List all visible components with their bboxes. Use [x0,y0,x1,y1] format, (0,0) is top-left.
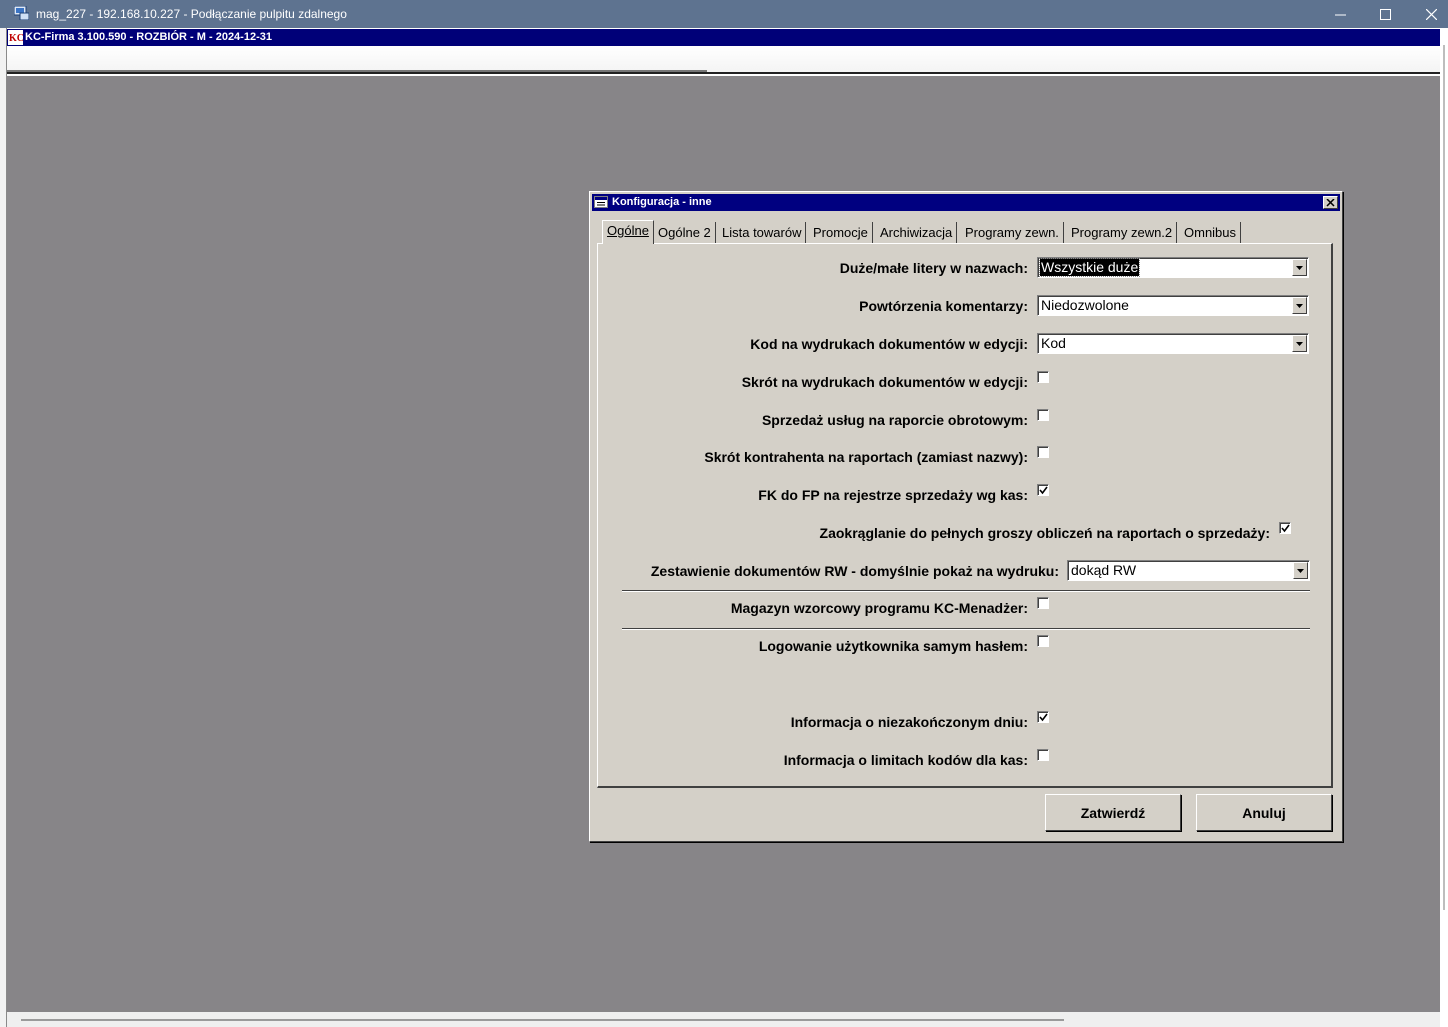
tab-omnibus[interactable]: Omnibus [1180,222,1242,243]
kc-app-title: KC-Firma 3.100.590 - ROZBIÓR - M - 2024-… [25,31,272,43]
tab-label: Lista towarów [722,225,802,240]
dialog-close-button[interactable] [1323,196,1338,209]
rw-summary-label: Zestawienie dokumentów RW - domyślnie po… [650,563,1059,579]
checkmark-icon [1039,713,1048,722]
tab-archiwizacja[interactable]: Archiwizacja [876,222,958,243]
rdp-titlebar: mag_227 - 192.168.10.227 - Podłączanie p… [0,0,1448,28]
tab-panel-ogolne: Duże/małe litery w nazwach: Wszystkie du… [597,243,1333,788]
close-button[interactable] [1408,0,1448,28]
kc-toolbar [7,46,1440,74]
code-limits-checkbox[interactable] [1037,749,1049,761]
close-icon [1326,198,1335,207]
confirm-button-label: Zatwierdź [1080,804,1146,821]
rdp-window-title: mag_227 - 192.168.10.227 - Podłączanie p… [36,7,347,21]
case-in-names-label: Duże/małe litery w nazwach: [839,260,1028,276]
unfinished-day-checkbox[interactable] [1037,711,1049,723]
select-value: Wszystkie duże [1038,258,1141,277]
window-icon [594,196,608,208]
fk-to-fp-label: FK do FP na rejestrze sprzedaży wg kas: [758,487,1028,503]
comment-repeats-label: Powtórzenia komentarzy: [859,298,1028,314]
code-limits-label: Informacja o limitach kodów dla kas: [783,752,1028,768]
chevron-down-icon[interactable] [1292,335,1307,352]
tab-label: Archiwizacja [880,225,953,240]
password-login-label: Logowanie użytkownika samym hasłem: [758,638,1028,654]
maximize-button[interactable] [1362,0,1408,28]
tab-label: Omnibus [1184,225,1237,240]
rounding-label: Zaokrąglanie do pełnych groszy obliczeń … [819,525,1270,541]
tab-promocje[interactable]: Promocje [809,222,873,243]
contractor-shortcut-label: Skrót kontrahenta na raportach (zamiast … [704,449,1028,465]
tab-label: Ogólne [607,223,649,238]
confirm-button[interactable]: Zatwierdź [1045,794,1181,831]
select-value: dokąd RW [1071,562,1137,578]
contractor-shortcut-checkbox[interactable] [1037,446,1049,458]
cancel-button[interactable]: Anuluj [1196,794,1332,831]
unfinished-day-label: Informacja o niezakończonym dniu: [790,714,1028,730]
tab-programy-zewn[interactable]: Programy zewn. [961,222,1064,243]
tab-programy-zewn-2[interactable]: Programy zewn.2 [1067,222,1178,243]
maximize-icon [1379,8,1391,20]
configuration-dialog: Konfiguracja - inne Ogólne Ogólne 2 List… [589,191,1343,842]
separator [622,590,1310,592]
template-warehouse-checkbox[interactable] [1037,597,1049,609]
comment-repeats-select[interactable]: Niedozwolone [1037,295,1309,316]
tab-label: Programy zewn.2 [1071,225,1173,240]
chevron-down-icon[interactable] [1292,259,1307,276]
case-in-names-select[interactable]: Wszystkie duże [1037,257,1309,278]
service-sales-report-checkbox[interactable] [1037,409,1049,421]
template-warehouse-label: Magazyn wzorcowy programu KC-Menadżer: [730,600,1028,616]
select-value: Niedozwolone [1041,297,1129,313]
chevron-down-icon[interactable] [1292,297,1307,314]
checkmark-icon [1039,486,1048,495]
chevron-down-icon[interactable] [1293,562,1308,579]
kc-logo-icon: KC [8,30,23,45]
cancel-button-label: Anuluj [1242,804,1286,821]
minimize-button[interactable] [1317,0,1363,28]
tab-ogolne-2[interactable]: Ogólne 2 [654,222,716,243]
fk-to-fp-checkbox[interactable] [1037,484,1049,496]
shortcut-on-prints-label: Skrót na wydrukach dokumentów w edycji: [741,374,1028,390]
code-on-prints-label: Kod na wydrukach dokumentów w edycji: [750,336,1028,352]
dialog-title: Konfiguracja - inne [612,196,712,208]
tab-label: Promocje [813,225,868,240]
separator [622,628,1310,630]
kc-app-titlebar: KC KC-Firma 3.100.590 - ROZBIÓR - M - 20… [7,29,1440,46]
tab-lista-towarow[interactable]: Lista towarów [718,222,807,243]
tab-label: Programy zewn. [965,225,1059,240]
tab-ogolne[interactable]: Ogólne [602,220,654,244]
horizontal-scrollbar[interactable] [21,1019,1064,1021]
minimize-icon [1334,14,1346,15]
svg-text:KC: KC [9,33,23,44]
horizontal-scroll-area [7,1012,1440,1027]
rounding-checkbox[interactable] [1279,522,1291,534]
rw-summary-select[interactable]: dokąd RW [1067,560,1310,581]
close-icon [1425,8,1437,20]
password-login-checkbox[interactable] [1037,635,1049,647]
select-value: Kod [1041,335,1066,351]
vertical-scrollbar[interactable] [1443,45,1445,910]
service-sales-report-label: Sprzedaż usług na raporcie obrotowym: [761,412,1028,428]
remote-desktop-icon [14,6,29,20]
code-on-prints-select[interactable]: Kod [1037,333,1309,354]
shortcut-on-prints-checkbox[interactable] [1037,371,1049,383]
background-window-edge [0,28,7,1027]
tab-label: Ogólne 2 [658,225,711,240]
checkmark-icon [1281,524,1290,533]
dialog-titlebar: Konfiguracja - inne [592,194,1340,211]
